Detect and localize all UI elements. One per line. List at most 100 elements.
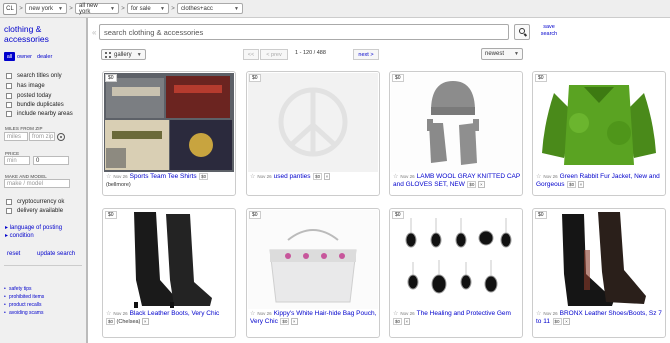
area-select-value: new york bbox=[29, 5, 54, 12]
listing-image[interactable] bbox=[391, 73, 521, 172]
listing-info: ☆ Nov 26 Sports Team Tee Shirts $0 (bellmo… bbox=[106, 173, 234, 189]
checkbox[interactable] bbox=[6, 111, 12, 117]
shoes-boots-photo bbox=[534, 210, 664, 309]
listing-card[interactable]: $0 ☆ Nov 26 Black Leather Boots, Very Chic… bbox=[102, 208, 236, 338]
listing-title[interactable]: Black Leather Boots, Very Chic bbox=[130, 310, 220, 317]
listing-title[interactable]: Sports Team Tee Shirts bbox=[130, 173, 197, 180]
posted-today-checkbox[interactable]: posted today bbox=[6, 93, 51, 99]
price-min-input[interactable]: min bbox=[4, 156, 30, 165]
checkbox[interactable] bbox=[6, 208, 12, 214]
listing-title[interactable]: used panties bbox=[274, 173, 311, 180]
section-select[interactable]: for sale ▼ bbox=[127, 3, 169, 14]
safety-tips-link[interactable]: safety tips bbox=[4, 286, 31, 292]
hide-icon[interactable]: × bbox=[563, 318, 570, 325]
hide-icon[interactable]: × bbox=[477, 181, 485, 188]
checkbox[interactable] bbox=[6, 102, 12, 108]
bundle-duplicates-checkbox[interactable]: bundle duplicates bbox=[6, 102, 64, 108]
search-button[interactable] bbox=[514, 24, 530, 40]
avoiding-scams-link[interactable]: avoiding scams bbox=[4, 310, 44, 316]
reset-button[interactable]: reset bbox=[7, 249, 20, 259]
checkbox-label: has image bbox=[17, 83, 45, 89]
listing-image[interactable] bbox=[104, 73, 234, 172]
listing-image[interactable] bbox=[104, 210, 234, 309]
checkbox[interactable] bbox=[6, 93, 12, 99]
update-search-button[interactable]: update search bbox=[37, 249, 75, 259]
listing-card[interactable]: $0 ☆ Nov 26 The Healing and Protective Gem… bbox=[389, 208, 523, 338]
miles-input[interactable]: miles bbox=[4, 132, 28, 141]
listing-image[interactable] bbox=[248, 210, 378, 309]
checkbox-label: delivery available bbox=[17, 208, 64, 214]
include-nearby-checkbox[interactable]: include nearby areas bbox=[6, 111, 73, 117]
listing-card[interactable]: $0 ☆ Nov 26 Green Rabbit Fur Jacket, New a… bbox=[532, 71, 666, 196]
star-icon[interactable]: ☆ bbox=[536, 174, 541, 180]
post-date: Nov 26 bbox=[543, 174, 558, 179]
language-of-posting-toggle[interactable]: ▸ language of posting bbox=[5, 224, 62, 231]
listing-image-placeholder[interactable] bbox=[248, 73, 378, 172]
prev-page-button[interactable]: < prev bbox=[260, 49, 288, 60]
star-icon[interactable]: ☆ bbox=[536, 311, 541, 317]
view-mode-select[interactable]: gallery ▼ bbox=[101, 49, 146, 60]
hide-icon[interactable]: × bbox=[290, 318, 298, 325]
cryptocurrency-checkbox[interactable]: cryptocurrency ok bbox=[6, 199, 64, 205]
checkbox[interactable] bbox=[6, 73, 12, 79]
craigslist-logo[interactable]: CL bbox=[3, 2, 17, 15]
breadcrumb-separator: > bbox=[69, 5, 73, 12]
breadcrumb-separator: > bbox=[171, 5, 175, 12]
star-icon[interactable]: ☆ bbox=[250, 174, 255, 180]
star-icon[interactable]: ☆ bbox=[393, 174, 398, 180]
listing-info: ☆ Nov 26 BRONX Leather Shoes/Boots, Sz 7 t… bbox=[536, 310, 664, 326]
delivery-checkbox[interactable]: delivery available bbox=[6, 208, 63, 214]
search-titles-checkbox[interactable]: search titles only bbox=[6, 73, 62, 79]
subarea-select[interactable]: all new york ▼ bbox=[75, 3, 119, 15]
zip-input[interactable]: from zip bbox=[29, 132, 55, 141]
post-date: Nov 26 bbox=[257, 174, 272, 179]
checkbox-label: search titles only bbox=[17, 73, 62, 79]
search-input[interactable]: search clothing & accessories bbox=[99, 24, 509, 40]
listing-card[interactable]: $0 ☆ Nov 26 BRONX Leather Shoes/Boots, Sz … bbox=[532, 208, 666, 338]
price-max-input[interactable]: 0 bbox=[33, 156, 69, 165]
listing-image[interactable] bbox=[534, 210, 664, 309]
star-icon[interactable]: ☆ bbox=[106, 311, 111, 317]
listing-card[interactable]: $0 ☆ Nov 26 Sports Team Tee Shirts $0 (bel… bbox=[102, 71, 236, 196]
make-model-input[interactable]: make / model bbox=[4, 179, 70, 188]
filter-owner-button[interactable]: owner bbox=[17, 54, 32, 60]
filter-all-button[interactable]: all bbox=[4, 52, 15, 61]
condition-toggle[interactable]: ▸ condition bbox=[5, 232, 34, 239]
next-page-button[interactable]: next > bbox=[353, 49, 379, 60]
hide-icon[interactable]: × bbox=[577, 181, 585, 188]
neighborhood: (bellmore) bbox=[106, 182, 131, 188]
first-page-button[interactable]: << bbox=[243, 49, 259, 60]
category-title[interactable]: clothing & accessories bbox=[4, 24, 84, 44]
checkbox[interactable] bbox=[6, 83, 12, 89]
product-recalls-link[interactable]: product recalls bbox=[4, 302, 41, 308]
listing-card[interactable]: $0 ☆ Nov 26 used panties $0 × bbox=[246, 71, 380, 196]
checkbox[interactable] bbox=[6, 199, 12, 205]
price-tag: $0 bbox=[567, 181, 577, 188]
listing-image[interactable] bbox=[391, 210, 521, 309]
divider bbox=[4, 265, 82, 266]
category-select[interactable]: clothes+acc ▼ bbox=[177, 3, 243, 14]
listing-title[interactable]: The Healing and Protective Gem bbox=[417, 310, 511, 317]
listing-card[interactable]: $0 ☆ Nov 26 LAMB WOOL GRAY KNITTED CAP and… bbox=[389, 71, 523, 196]
has-image-checkbox[interactable]: has image bbox=[6, 83, 45, 89]
checkbox-label: posted today bbox=[17, 93, 52, 99]
filter-dealer-button[interactable]: dealer bbox=[37, 54, 52, 60]
hide-icon[interactable]: × bbox=[323, 173, 331, 180]
star-icon[interactable]: ☆ bbox=[106, 174, 111, 180]
save-search-link[interactable]: save search bbox=[539, 24, 559, 38]
result-range: 1 - 120 / 488 bbox=[295, 50, 326, 56]
collapse-sidebar-icon[interactable]: « bbox=[92, 28, 96, 37]
hide-icon[interactable]: × bbox=[403, 318, 411, 325]
post-date: Nov 26 bbox=[543, 311, 558, 316]
star-icon[interactable]: ☆ bbox=[393, 311, 398, 317]
area-select[interactable]: new york ▼ bbox=[25, 3, 67, 14]
chevron-down-icon: ▼ bbox=[234, 5, 239, 12]
listing-image[interactable] bbox=[534, 73, 664, 172]
checkbox-label: cryptocurrency ok bbox=[17, 199, 65, 205]
location-target-icon[interactable] bbox=[57, 133, 65, 141]
listing-card[interactable]: $0 ☆ Nov 26 Kippy's White Hair-hide Bag Po… bbox=[246, 208, 380, 338]
prohibited-items-link[interactable]: prohibited items bbox=[4, 294, 44, 300]
star-icon[interactable]: ☆ bbox=[250, 311, 255, 317]
hide-icon[interactable]: × bbox=[141, 318, 149, 325]
sort-select[interactable]: newest ▼ bbox=[481, 48, 523, 60]
